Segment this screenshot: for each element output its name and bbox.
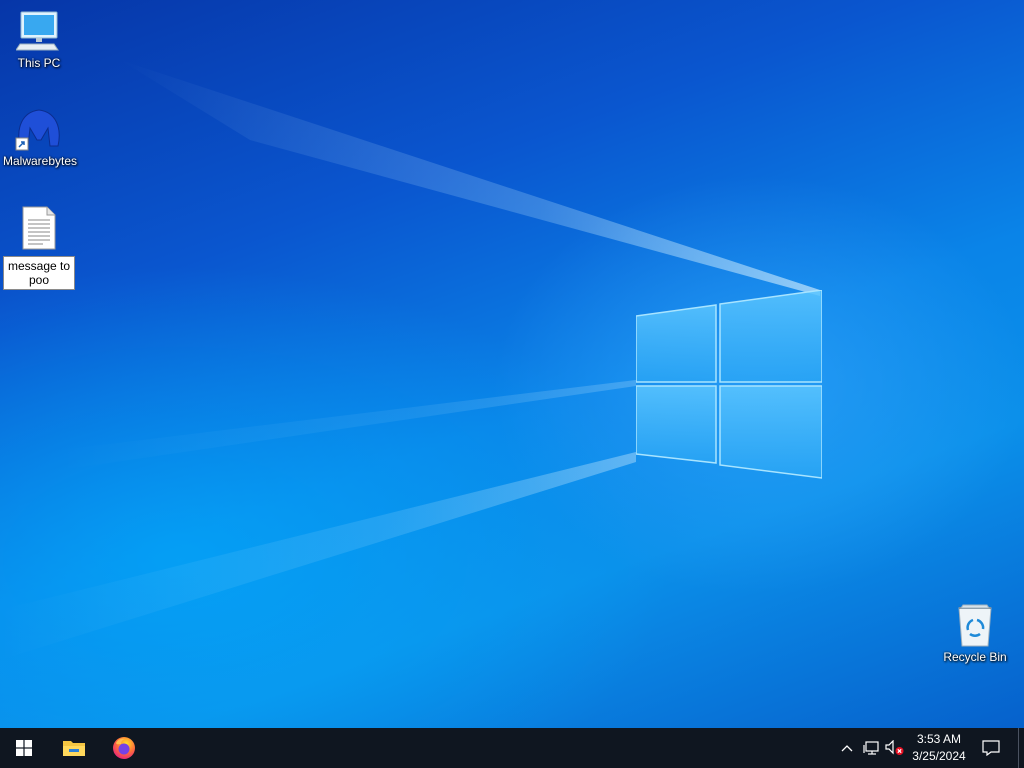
taskbar-firefox[interactable] [100,728,148,768]
chevron-up-icon [841,745,853,752]
show-desktop-button[interactable] [1018,728,1024,768]
action-center-button[interactable] [981,738,1001,758]
clock-time: 3:53 AM [916,732,962,746]
file-explorer-icon [63,741,85,756]
wallpaper-light-beams [0,60,820,660]
desktop-icon-label: Malwarebytes [3,154,78,168]
text-document-icon [22,206,56,250]
computer-icon [16,11,59,51]
taskbar-file-explorer[interactable] [50,728,98,768]
windows-start-icon [16,740,32,756]
tray-volume[interactable] [885,738,905,758]
recycle-bin-icon [958,604,992,647]
desktop-icon-message-to-poo[interactable]: message to poo [3,206,75,290]
desktop-icon-label: message to poo [3,256,75,290]
start-button[interactable] [0,728,48,768]
network-icon [863,741,879,755]
desktop-icon-label: This PC [17,56,61,70]
clock-date: 3/25/2024 [912,749,966,763]
taskbar: 3:53 AM 3/25/2024 [0,728,1024,768]
volume-muted-icon [885,740,904,755]
desktop-icon-label: Recycle Bin [943,650,1007,664]
tray-show-hidden-icons[interactable] [837,738,857,758]
windows-logo-wallpaper [636,290,822,479]
taskbar-clock[interactable]: 3:53 AM 3/25/2024 [905,731,973,765]
tray-network[interactable] [861,738,881,758]
malwarebytes-icon [15,109,60,151]
firefox-icon [113,737,135,759]
desktop-icon-recycle-bin[interactable]: Recycle Bin [939,602,1011,664]
desktop-icon-this-pc[interactable]: This PC [3,10,75,70]
desktop-icon-malwarebytes[interactable]: Malwarebytes [3,106,78,168]
desktop[interactable]: This PC Malwarebytes message to poo Recy… [0,0,1024,728]
action-center-icon [982,740,1000,756]
